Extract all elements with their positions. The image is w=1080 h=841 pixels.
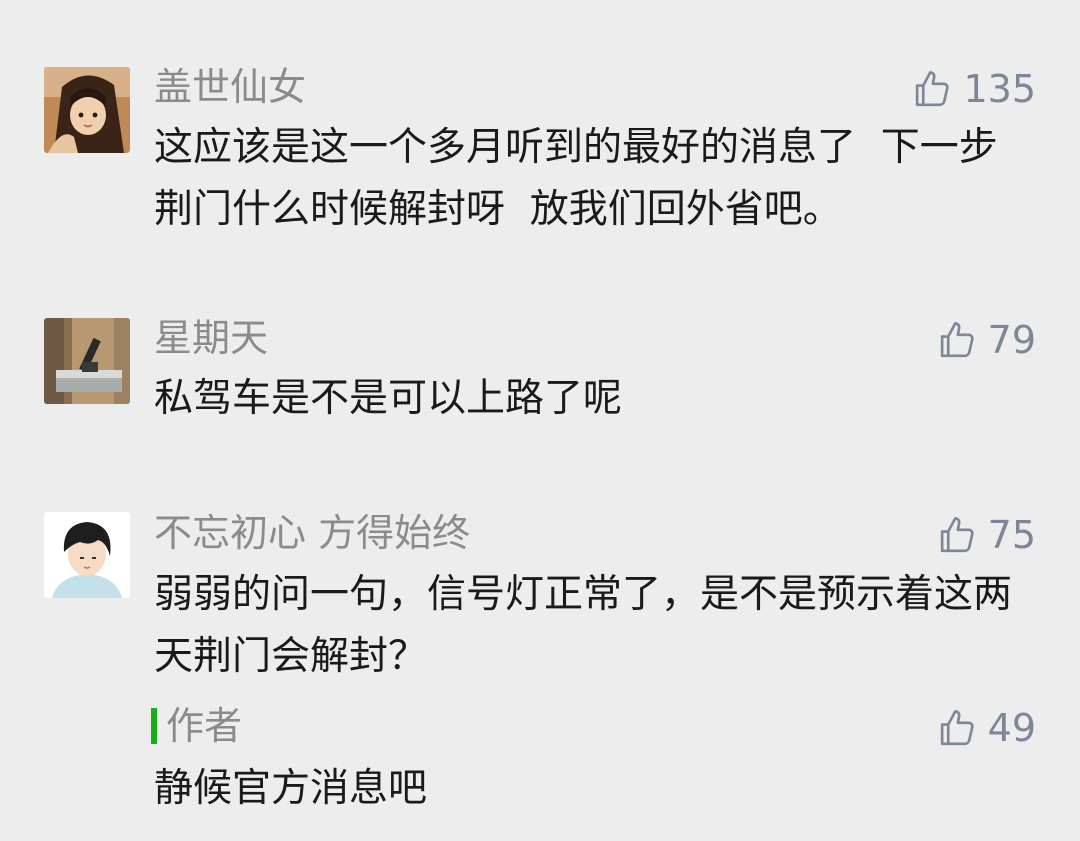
- avatar[interactable]: [44, 318, 130, 404]
- thumbs-up-icon: [940, 710, 974, 746]
- thumbs-up-icon: [916, 71, 950, 107]
- comment-text: 弱弱的问一句，信号灯正常了，是不是预示着这两天荆门会解封？: [154, 572, 1013, 679]
- commenter-name[interactable]: 星期天: [154, 315, 268, 361]
- comment-text: 私驾车是不是可以上路了呢: [154, 376, 623, 421]
- like-count: 79: [987, 318, 1036, 362]
- comment-text: 这应该是这一个多月听到的最好的消息了 下一步荆门什么时候解封呀 放我们回外省吧。: [154, 125, 998, 232]
- like-count: 135: [963, 67, 1036, 111]
- reply-author-name: 作者: [166, 704, 243, 748]
- like-button[interactable]: 79: [936, 316, 1036, 364]
- commenter-name[interactable]: 不忘初心 方得始终: [154, 510, 470, 556]
- avatar-image: [44, 67, 130, 153]
- avatar[interactable]: [44, 67, 130, 153]
- avatar-image: [44, 318, 130, 404]
- reply-text: 静候官方消息吧: [154, 766, 428, 811]
- thumbs-up-icon: [940, 322, 974, 358]
- avatar[interactable]: [44, 512, 130, 598]
- thumbs-up-icon: [940, 517, 974, 553]
- avatar-image: [44, 512, 130, 598]
- like-count: 75: [987, 513, 1036, 557]
- like-count: 49: [987, 706, 1036, 750]
- like-button[interactable]: 75: [936, 511, 1036, 559]
- like-button[interactable]: 49: [936, 704, 1036, 752]
- author-marker: [151, 708, 157, 744]
- like-button[interactable]: 135: [911, 65, 1036, 113]
- commenter-name[interactable]: 盖世仙女: [154, 64, 306, 110]
